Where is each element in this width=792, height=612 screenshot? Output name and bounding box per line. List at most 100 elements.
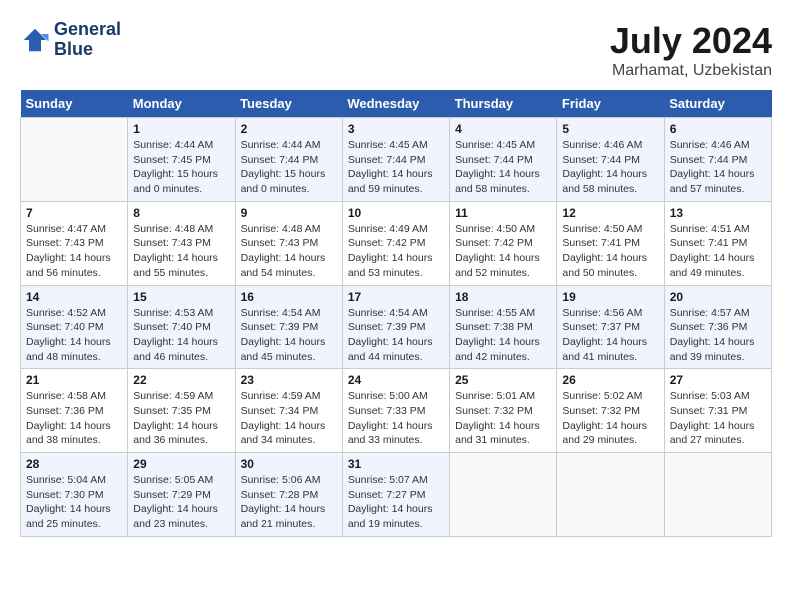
weekday-header: Sunday (21, 90, 128, 118)
day-number: 19 (562, 290, 658, 304)
day-info: Sunrise: 4:55 AM Sunset: 7:38 PM Dayligh… (455, 306, 551, 365)
day-info: Sunrise: 4:50 AM Sunset: 7:41 PM Dayligh… (562, 222, 658, 281)
title-block: July 2024 Marhamat, Uzbekistan (610, 20, 772, 80)
day-number: 16 (241, 290, 337, 304)
day-info: Sunrise: 5:04 AM Sunset: 7:30 PM Dayligh… (26, 473, 122, 532)
day-number: 31 (348, 457, 444, 471)
day-number: 22 (133, 373, 229, 387)
calendar-cell (450, 453, 557, 537)
calendar-cell: 25 Sunrise: 5:01 AM Sunset: 7:32 PM Dayli… (450, 369, 557, 453)
day-number: 3 (348, 122, 444, 136)
logo-line1: General (54, 20, 121, 40)
day-info: Sunrise: 5:02 AM Sunset: 7:32 PM Dayligh… (562, 389, 658, 448)
calendar-cell: 19 Sunrise: 4:56 AM Sunset: 7:37 PM Dayli… (557, 285, 664, 369)
weekday-header: Monday (128, 90, 235, 118)
weekday-header: Thursday (450, 90, 557, 118)
weekday-header: Friday (557, 90, 664, 118)
day-info: Sunrise: 4:59 AM Sunset: 7:35 PM Dayligh… (133, 389, 229, 448)
calendar-cell: 13 Sunrise: 4:51 AM Sunset: 7:41 PM Dayli… (664, 201, 771, 285)
logo-text: General Blue (54, 20, 121, 60)
calendar-cell: 18Sunrise: 4:55 AM Sunset: 7:38 PM Dayli… (450, 285, 557, 369)
day-number: 9 (241, 206, 337, 220)
calendar-cell: 27Sunrise: 5:03 AM Sunset: 7:31 PM Dayli… (664, 369, 771, 453)
day-number: 5 (562, 122, 658, 136)
calendar-week-row: 1 Sunrise: 4:44 AM Sunset: 7:45 PM Daylig… (21, 118, 772, 202)
day-info: Sunrise: 4:54 AM Sunset: 7:39 PM Dayligh… (348, 306, 444, 365)
day-number: 7 (26, 206, 122, 220)
calendar-cell (21, 118, 128, 202)
calendar-header-row: SundayMondayTuesdayWednesdayThursdayFrid… (21, 90, 772, 118)
day-info: Sunrise: 4:45 AM Sunset: 7:44 PM Dayligh… (455, 138, 551, 197)
day-number: 27 (670, 373, 766, 387)
day-number: 13 (670, 206, 766, 220)
day-info: Sunrise: 4:44 AM Sunset: 7:45 PM Dayligh… (133, 138, 229, 197)
weekday-header: Tuesday (235, 90, 342, 118)
day-info: Sunrise: 4:51 AM Sunset: 7:41 PM Dayligh… (670, 222, 766, 281)
day-info: Sunrise: 4:48 AM Sunset: 7:43 PM Dayligh… (241, 222, 337, 281)
calendar-cell: 26 Sunrise: 5:02 AM Sunset: 7:32 PM Dayli… (557, 369, 664, 453)
calendar-week-row: 28 Sunrise: 5:04 AM Sunset: 7:30 PM Dayli… (21, 453, 772, 537)
day-number: 8 (133, 206, 229, 220)
day-info: Sunrise: 4:56 AM Sunset: 7:37 PM Dayligh… (562, 306, 658, 365)
day-number: 23 (241, 373, 337, 387)
calendar-cell: 12Sunrise: 4:50 AM Sunset: 7:41 PM Dayli… (557, 201, 664, 285)
calendar-cell: 28 Sunrise: 5:04 AM Sunset: 7:30 PM Dayli… (21, 453, 128, 537)
day-number: 1 (133, 122, 229, 136)
logo-icon (20, 25, 50, 55)
day-info: Sunrise: 4:52 AM Sunset: 7:40 PM Dayligh… (26, 306, 122, 365)
day-info: Sunrise: 4:58 AM Sunset: 7:36 PM Dayligh… (26, 389, 122, 448)
calendar-cell: 17 Sunrise: 4:54 AM Sunset: 7:39 PM Dayli… (342, 285, 449, 369)
location: Marhamat, Uzbekistan (610, 62, 772, 80)
day-number: 26 (562, 373, 658, 387)
day-info: Sunrise: 5:07 AM Sunset: 7:27 PM Dayligh… (348, 473, 444, 532)
day-info: Sunrise: 5:05 AM Sunset: 7:29 PM Dayligh… (133, 473, 229, 532)
calendar-cell: 2 Sunrise: 4:44 AM Sunset: 7:44 PM Daylig… (235, 118, 342, 202)
calendar-cell: 23 Sunrise: 4:59 AM Sunset: 7:34 PM Dayli… (235, 369, 342, 453)
calendar-cell: 29 Sunrise: 5:05 AM Sunset: 7:29 PM Dayli… (128, 453, 235, 537)
calendar-cell: 20 Sunrise: 4:57 AM Sunset: 7:36 PM Dayli… (664, 285, 771, 369)
day-number: 2 (241, 122, 337, 136)
day-number: 24 (348, 373, 444, 387)
calendar-cell: 31 Sunrise: 5:07 AM Sunset: 7:27 PM Dayli… (342, 453, 449, 537)
day-info: Sunrise: 4:44 AM Sunset: 7:44 PM Dayligh… (241, 138, 337, 197)
logo-line2: Blue (54, 40, 121, 60)
calendar-cell: 8Sunrise: 4:48 AM Sunset: 7:43 PM Daylig… (128, 201, 235, 285)
calendar-cell: 22 Sunrise: 4:59 AM Sunset: 7:35 PM Dayli… (128, 369, 235, 453)
day-number: 29 (133, 457, 229, 471)
day-info: Sunrise: 5:06 AM Sunset: 7:28 PM Dayligh… (241, 473, 337, 532)
day-number: 4 (455, 122, 551, 136)
day-info: Sunrise: 4:59 AM Sunset: 7:34 PM Dayligh… (241, 389, 337, 448)
calendar-cell: 4 Sunrise: 4:45 AM Sunset: 7:44 PM Daylig… (450, 118, 557, 202)
day-info: Sunrise: 4:46 AM Sunset: 7:44 PM Dayligh… (670, 138, 766, 197)
calendar-cell: 24 Sunrise: 5:00 AM Sunset: 7:33 PM Dayli… (342, 369, 449, 453)
day-info: Sunrise: 4:57 AM Sunset: 7:36 PM Dayligh… (670, 306, 766, 365)
calendar-cell (664, 453, 771, 537)
day-info: Sunrise: 5:00 AM Sunset: 7:33 PM Dayligh… (348, 389, 444, 448)
calendar-cell (557, 453, 664, 537)
calendar-cell: 3Sunrise: 4:45 AM Sunset: 7:44 PM Daylig… (342, 118, 449, 202)
day-number: 20 (670, 290, 766, 304)
calendar-cell: 21Sunrise: 4:58 AM Sunset: 7:36 PM Dayli… (21, 369, 128, 453)
day-number: 10 (348, 206, 444, 220)
day-info: Sunrise: 5:01 AM Sunset: 7:32 PM Dayligh… (455, 389, 551, 448)
calendar-cell: 11Sunrise: 4:50 AM Sunset: 7:42 PM Dayli… (450, 201, 557, 285)
day-info: Sunrise: 4:50 AM Sunset: 7:42 PM Dayligh… (455, 222, 551, 281)
calendar-week-row: 21Sunrise: 4:58 AM Sunset: 7:36 PM Dayli… (21, 369, 772, 453)
day-number: 25 (455, 373, 551, 387)
weekday-header: Wednesday (342, 90, 449, 118)
page-header: General Blue July 2024 Marhamat, Uzbekis… (20, 20, 772, 80)
logo: General Blue (20, 20, 121, 60)
weekday-header: Saturday (664, 90, 771, 118)
calendar-week-row: 7Sunrise: 4:47 AM Sunset: 7:43 PM Daylig… (21, 201, 772, 285)
day-number: 14 (26, 290, 122, 304)
calendar-cell: 6 Sunrise: 4:46 AM Sunset: 7:44 PM Daylig… (664, 118, 771, 202)
day-number: 6 (670, 122, 766, 136)
calendar-cell: 15 Sunrise: 4:53 AM Sunset: 7:40 PM Dayli… (128, 285, 235, 369)
day-number: 15 (133, 290, 229, 304)
day-info: Sunrise: 4:53 AM Sunset: 7:40 PM Dayligh… (133, 306, 229, 365)
day-number: 17 (348, 290, 444, 304)
day-info: Sunrise: 4:46 AM Sunset: 7:44 PM Dayligh… (562, 138, 658, 197)
day-number: 28 (26, 457, 122, 471)
calendar-table: SundayMondayTuesdayWednesdayThursdayFrid… (20, 90, 772, 537)
calendar-cell: 5 Sunrise: 4:46 AM Sunset: 7:44 PM Daylig… (557, 118, 664, 202)
